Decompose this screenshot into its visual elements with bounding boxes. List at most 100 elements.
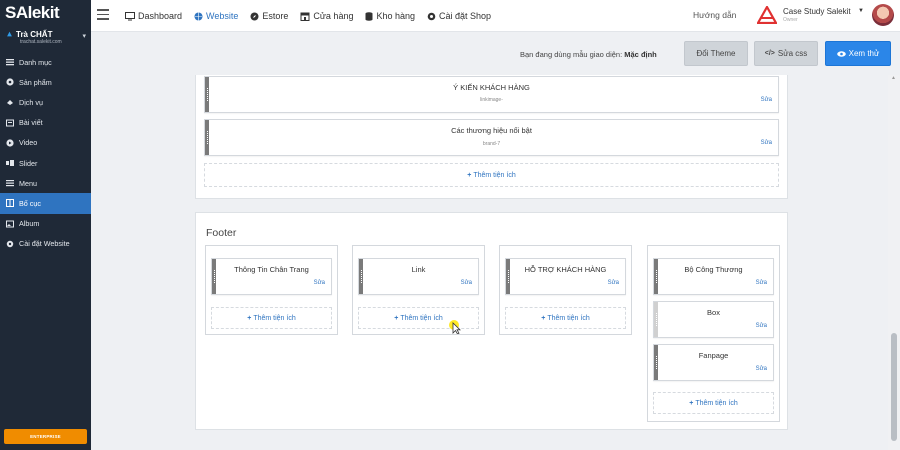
sidebar-item-label: Bố cục bbox=[19, 198, 41, 208]
plus-icon: + bbox=[689, 399, 694, 407]
scroll-up-icon[interactable]: ▲ bbox=[891, 75, 896, 81]
plus-icon: + bbox=[247, 314, 252, 322]
edit-link[interactable]: Sửa bbox=[761, 140, 772, 146]
widget-ho-tro-khach-hang[interactable]: HỖ TRỢ KHÁCH HÀNG Sửa bbox=[505, 258, 626, 295]
widget-title: Box bbox=[707, 308, 720, 317]
top-bar: Dashboard Website Estore Cửa hàng Kho hà… bbox=[91, 0, 900, 32]
sidebar-item-cai-dat-website[interactable]: Cài đặt Website bbox=[0, 234, 91, 254]
layout-icon bbox=[6, 199, 14, 208]
nav-label: Website bbox=[206, 11, 239, 21]
widget-box[interactable]: Box Sửa bbox=[653, 301, 774, 338]
sidebar-item-dich-vu[interactable]: Dịch vụ bbox=[0, 92, 91, 112]
add-widget-button[interactable]: + Thêm tiện ích bbox=[211, 307, 332, 329]
app-logo[interactable]: SAlekit bbox=[5, 3, 60, 23]
store-url: trachat.salekit.com bbox=[20, 39, 62, 45]
add-widget-label: Thêm tiện ích bbox=[695, 399, 738, 407]
globe-icon bbox=[194, 12, 203, 21]
theme-bar: Bạn đang dùng mẫu giao diện: Mặc định Đổ… bbox=[91, 33, 900, 75]
sidebar-item-album[interactable]: Album bbox=[0, 214, 91, 234]
content-section-panel: Ý KIẾN KHÁCH HÀNG linkimage- Sửa Các thư… bbox=[195, 75, 788, 199]
nav-cai-dat-shop[interactable]: Cài đặt Shop bbox=[427, 11, 491, 21]
widget-cac-thuong-hieu[interactable]: Các thương hiệu nổi bật brand-7 Sửa bbox=[204, 119, 779, 156]
article-icon bbox=[6, 119, 14, 127]
service-icon bbox=[6, 98, 14, 106]
nav-cua-hang[interactable]: Cửa hàng bbox=[300, 11, 353, 21]
nav-label: Kho hàng bbox=[376, 11, 416, 21]
widget-link[interactable]: Link Sửa bbox=[358, 258, 479, 295]
video-icon bbox=[6, 139, 14, 147]
enterprise-badge[interactable]: ENTERPRISE bbox=[4, 429, 87, 444]
gear-icon bbox=[6, 240, 14, 248]
brand-logo-icon bbox=[757, 6, 777, 24]
menu-icon bbox=[6, 179, 14, 187]
nav-dashboard[interactable]: Dashboard bbox=[125, 11, 182, 21]
widget-y-kien-khach-hang[interactable]: Ý KIẾN KHÁCH HÀNG linkimage- Sửa bbox=[204, 76, 779, 113]
sidebar-item-san-pham[interactable]: Sản phẩm bbox=[0, 72, 91, 92]
widget-subtitle: linkimage- bbox=[480, 97, 503, 103]
hamburger-icon[interactable] bbox=[97, 9, 109, 20]
add-widget-label: Thêm tiện ích bbox=[473, 171, 516, 179]
footer-column-1: Thông Tin Chân Trang Sửa + Thêm tiện ích bbox=[205, 245, 338, 335]
store-icon bbox=[7, 31, 12, 37]
nav-label: Estore bbox=[262, 11, 289, 21]
add-widget-label: Thêm tiện ích bbox=[400, 314, 443, 322]
help-link[interactable]: Hướng dẫn bbox=[693, 10, 736, 20]
edit-link[interactable]: Sửa bbox=[761, 97, 772, 103]
theme-info: Bạn đang dùng mẫu giao diện: Mặc định bbox=[520, 50, 657, 59]
top-nav: Dashboard Website Estore Cửa hàng Kho hà… bbox=[125, 0, 503, 32]
widget-bo-cong-thuong[interactable]: Bộ Công Thương Sửa bbox=[653, 258, 774, 295]
chevron-down-icon: ▾ bbox=[82, 33, 86, 40]
sidebar-item-bai-viet[interactable]: Bài viết bbox=[0, 113, 91, 133]
edit-link[interactable]: Sửa bbox=[461, 280, 472, 286]
sidebar: SAlekit Trà CHẤT trachat.salekit.com ▾ D… bbox=[0, 0, 91, 450]
add-widget-button[interactable]: + Thêm tiện ích bbox=[653, 392, 774, 414]
sidebar-item-label: Album bbox=[19, 219, 40, 229]
footer-title: Footer bbox=[206, 227, 237, 239]
nav-estore[interactable]: Estore bbox=[250, 11, 288, 21]
edit-link[interactable]: Sửa bbox=[608, 280, 619, 286]
sidebar-item-label: Bài viết bbox=[19, 118, 43, 128]
store-switcher[interactable]: Trà CHẤT trachat.salekit.com ▾ bbox=[6, 30, 88, 45]
scrollbar[interactable]: ▲ bbox=[888, 75, 900, 450]
sidebar-item-slider[interactable]: Slider bbox=[0, 153, 91, 173]
scroll-thumb[interactable] bbox=[891, 333, 897, 441]
edit-css-button[interactable]: </> Sửa css bbox=[754, 41, 818, 66]
sidebar-item-bo-cuc[interactable]: Bố cục bbox=[0, 193, 91, 214]
change-theme-button[interactable]: Đổi Theme bbox=[684, 41, 748, 66]
sidebar-item-label: Slider bbox=[19, 158, 38, 168]
widget-title: Link bbox=[411, 265, 426, 274]
sidebar-item-label: Dịch vụ bbox=[19, 97, 43, 107]
edit-css-label: Sửa css bbox=[777, 49, 808, 58]
cursor-icon bbox=[449, 320, 461, 334]
slider-icon bbox=[6, 159, 14, 167]
edit-link[interactable]: Sửa bbox=[756, 280, 767, 286]
layout-editor: Ý KIẾN KHÁCH HÀNG linkimage- Sửa Các thư… bbox=[91, 75, 888, 450]
code-icon: </> bbox=[764, 50, 775, 57]
nav-label: Cửa hàng bbox=[313, 11, 354, 21]
sidebar-item-label: Sản phẩm bbox=[19, 77, 52, 87]
monitor-icon bbox=[125, 11, 135, 21]
add-widget-button[interactable]: + Thêm tiện ích bbox=[505, 307, 626, 329]
sidebar-item-video[interactable]: Video bbox=[0, 133, 91, 153]
sidebar-item-danh-muc[interactable]: Danh mục bbox=[0, 52, 91, 72]
nav-website[interactable]: Website bbox=[194, 11, 238, 21]
nav-kho-hang[interactable]: Kho hàng bbox=[365, 11, 415, 21]
edit-link[interactable]: Sửa bbox=[756, 323, 767, 329]
edit-link[interactable]: Sửa bbox=[756, 366, 767, 372]
preview-label: Xem thử bbox=[848, 49, 880, 58]
widget-fanpage[interactable]: Fanpage Sửa bbox=[653, 344, 774, 381]
sidebar-item-label: Cài đặt Website bbox=[19, 239, 70, 249]
sidebar-item-label: Video bbox=[19, 138, 38, 148]
widget-title: Thông Tin Chân Trang bbox=[234, 265, 309, 274]
edit-link[interactable]: Sửa bbox=[314, 280, 325, 286]
widget-title: Các thương hiệu nổi bật bbox=[451, 126, 532, 135]
sidebar-item-label: Danh mục bbox=[19, 57, 52, 67]
add-widget-label: Thêm tiện ích bbox=[547, 314, 590, 322]
add-widget-button[interactable]: + Thêm tiện ích bbox=[204, 163, 779, 187]
sidebar-item-menu[interactable]: Menu bbox=[0, 173, 91, 193]
widget-thong-tin-chan-trang[interactable]: Thông Tin Chân Trang Sửa bbox=[211, 258, 332, 295]
user-menu[interactable]: Case Study Salekit Owner ▼ bbox=[757, 4, 897, 28]
avatar[interactable] bbox=[872, 4, 894, 26]
preview-button[interactable]: Xem thử bbox=[825, 41, 891, 66]
footer-panel: Footer Thông Tin Chân Trang Sửa + Thêm t… bbox=[195, 212, 788, 430]
